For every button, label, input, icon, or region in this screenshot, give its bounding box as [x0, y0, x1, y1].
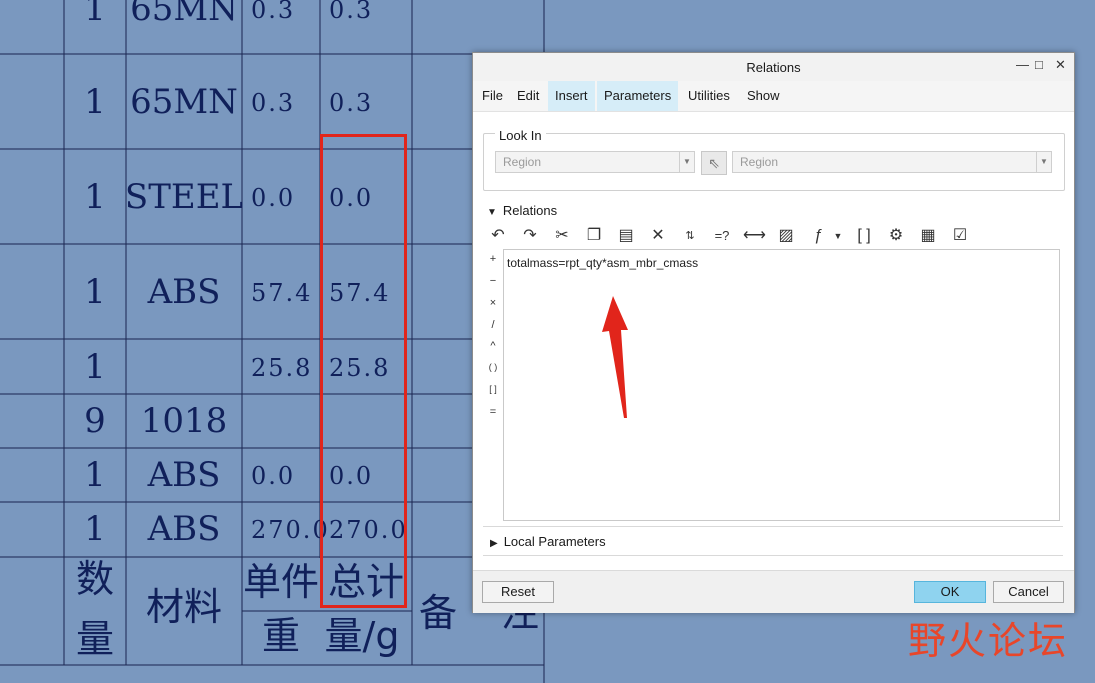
annotation-arrow	[602, 296, 628, 418]
watermark-text: 野火论坛	[908, 619, 1069, 663]
watermark: 野火论坛	[908, 610, 1068, 665]
